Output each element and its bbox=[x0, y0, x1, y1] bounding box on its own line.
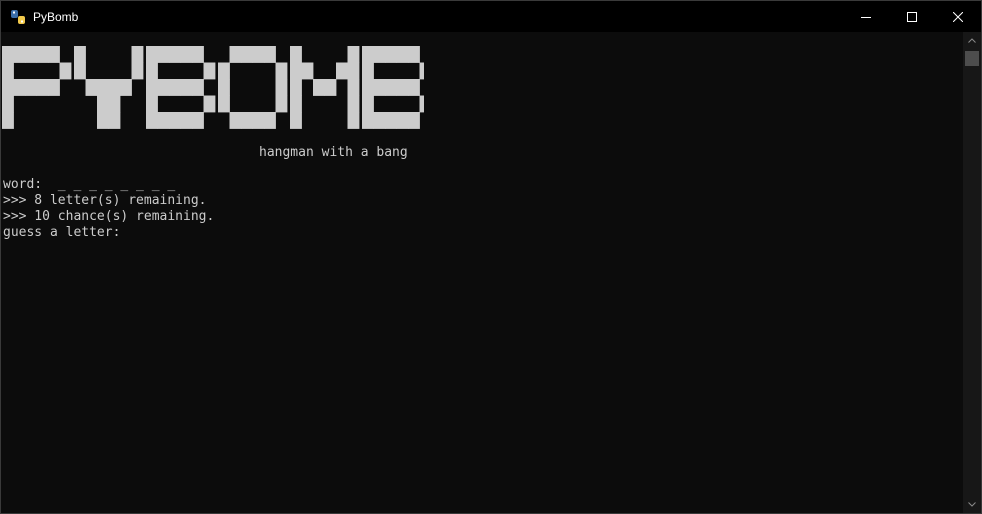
scroll-up-button[interactable] bbox=[963, 32, 981, 49]
letters-remaining-line: >>> 8 letter(s) remaining. bbox=[3, 193, 207, 208]
python-icon bbox=[11, 9, 25, 24]
maximize-icon bbox=[907, 11, 917, 22]
chevron-up-icon bbox=[968, 38, 976, 43]
minimize-button[interactable] bbox=[843, 1, 889, 32]
banner-letter-m bbox=[290, 46, 360, 129]
guess-prompt-line[interactable]: guess a letter: bbox=[3, 225, 214, 241]
banner-letter-o bbox=[218, 46, 288, 129]
minimize-icon bbox=[861, 16, 871, 18]
chances-remaining-line: >>> 10 chance(s) remaining. bbox=[3, 209, 215, 224]
maximize-button[interactable] bbox=[889, 1, 935, 32]
close-button[interactable] bbox=[935, 1, 981, 32]
banner-letter-b bbox=[146, 46, 216, 129]
scroll-down-button[interactable] bbox=[963, 496, 981, 513]
window-title: PyBomb bbox=[33, 9, 79, 24]
banner-letter-b bbox=[362, 46, 424, 129]
pybomb-banner bbox=[2, 46, 424, 129]
chevron-down-icon bbox=[968, 502, 976, 507]
console-window: PyBomb hangman with a bang word: _ _ _ _… bbox=[0, 0, 982, 514]
banner-letter-p bbox=[2, 46, 72, 129]
console-output[interactable]: hangman with a bang word: _ _ _ _ _ _ _ … bbox=[1, 32, 963, 513]
word-line: word: _ _ _ _ _ _ _ _ bbox=[3, 177, 176, 192]
vertical-scrollbar[interactable] bbox=[963, 32, 981, 513]
scroll-thumb[interactable] bbox=[965, 51, 979, 66]
banner-letter-y bbox=[74, 46, 144, 129]
title-bar[interactable]: PyBomb bbox=[1, 1, 981, 32]
console-lines: word: _ _ _ _ _ _ _ _ >>> 8 letter(s) re… bbox=[3, 177, 214, 241]
banner-subtitle: hangman with a bang bbox=[259, 145, 408, 160]
close-icon bbox=[953, 11, 963, 22]
